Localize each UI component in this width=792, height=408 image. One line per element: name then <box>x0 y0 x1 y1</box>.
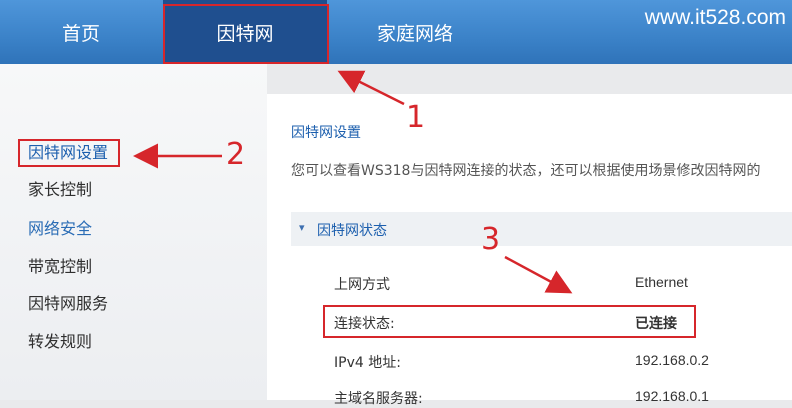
annotation-arrows <box>133 70 573 294</box>
annotation-number-2: 2 <box>226 137 246 172</box>
arrow-3 <box>504 255 573 294</box>
annotation-number-3: 3 <box>481 222 501 257</box>
annotation-number-1: 1 <box>406 100 426 135</box>
arrow-1 <box>337 70 405 106</box>
